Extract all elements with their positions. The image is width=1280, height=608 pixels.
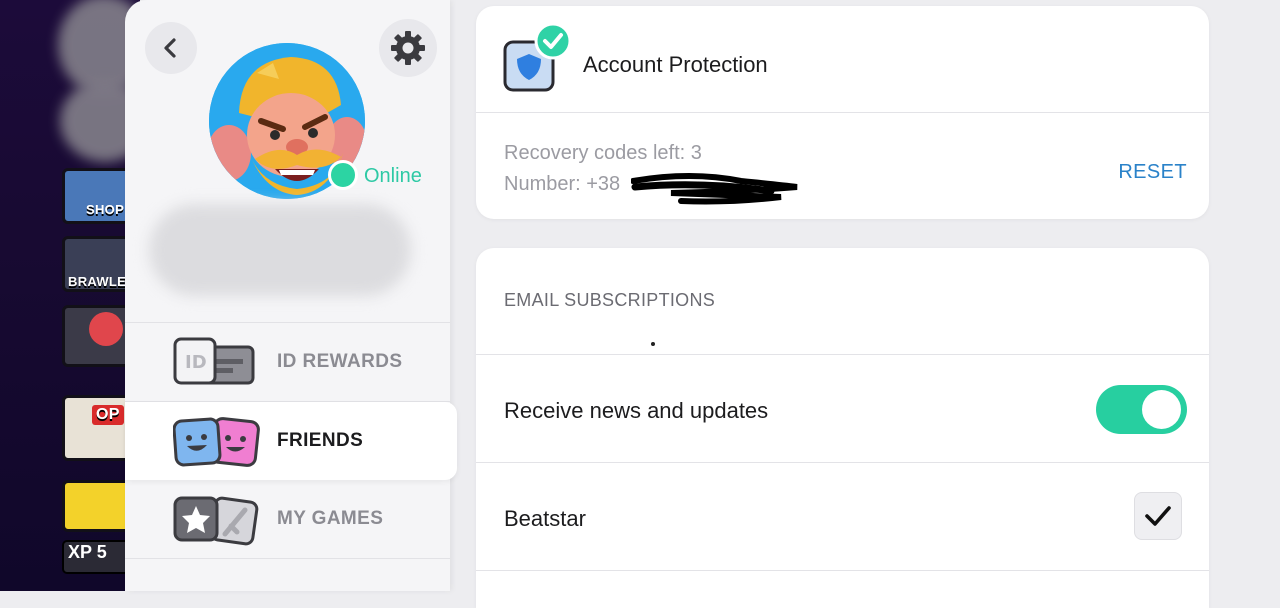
back-button[interactable] — [145, 22, 197, 74]
toggle-knob — [1142, 390, 1181, 429]
receive-news-label: Receive news and updates — [504, 398, 769, 423]
xp-badge: XP 5 — [62, 540, 132, 574]
reset-button[interactable]: RESET — [1118, 161, 1187, 184]
redaction-scribble — [631, 173, 798, 205]
menu-item-id-rewards[interactable]: ID ID REWARDS — [125, 323, 450, 401]
account-protection-card: Account Protection Recovery codes left: … — [476, 6, 1209, 219]
card-divider — [476, 570, 1209, 571]
id-card-icon: ID — [173, 337, 255, 385]
trophy-tile — [62, 305, 132, 367]
beatstar-checkbox[interactable] — [1134, 492, 1182, 540]
stray-dot — [651, 342, 655, 346]
svg-text:ID: ID — [185, 352, 207, 373]
email-subscriptions-heading: EMAIL SUBSCRIPTIONS — [504, 290, 716, 310]
blurred-username — [149, 204, 411, 296]
offer-label: OP — [92, 405, 124, 425]
games-star-sword-icon — [173, 496, 259, 546]
menu-label-id-rewards: ID REWARDS — [277, 351, 403, 372]
game-background: SHOP BRAWLE OP XP 5 — [0, 0, 140, 591]
card-divider — [476, 354, 1209, 355]
menu-item-friends[interactable]: FRIENDS — [125, 402, 457, 480]
checkmark-icon — [1145, 506, 1171, 526]
menu-label-friends: FRIENDS — [277, 430, 364, 451]
menu-item-my-games[interactable]: MY GAMES — [125, 480, 450, 558]
friends-faces-icon — [173, 417, 260, 467]
shop-label: SHOP — [86, 202, 125, 217]
card-divider — [476, 462, 1209, 463]
receive-news-toggle[interactable] — [1096, 385, 1187, 434]
gear-icon — [391, 31, 425, 65]
email-subscriptions-card: EMAIL SUBSCRIPTIONS Receive news and upd… — [476, 248, 1209, 608]
brawlers-label: BRAWLE — [68, 274, 127, 289]
online-status-label: Online — [364, 165, 422, 187]
shield-check-icon — [503, 22, 572, 92]
pass-tile — [62, 480, 132, 532]
phone-number-text: Number: +38 — [504, 173, 621, 195]
chevron-left-icon — [164, 38, 176, 58]
settings-button[interactable] — [379, 19, 437, 77]
profile-drawer: Online ID ID REWARDS FRIENDS MY GAMES — [125, 0, 457, 591]
beatstar-label: Beatstar — [504, 506, 586, 531]
menu-label-my-games: MY GAMES — [277, 508, 384, 529]
card-divider — [476, 112, 1209, 113]
menu-divider — [125, 558, 450, 559]
account-protection-title: Account Protection — [583, 52, 768, 77]
online-status-dot — [328, 160, 358, 190]
recovery-codes-text: Recovery codes left: 3 — [504, 142, 702, 164]
